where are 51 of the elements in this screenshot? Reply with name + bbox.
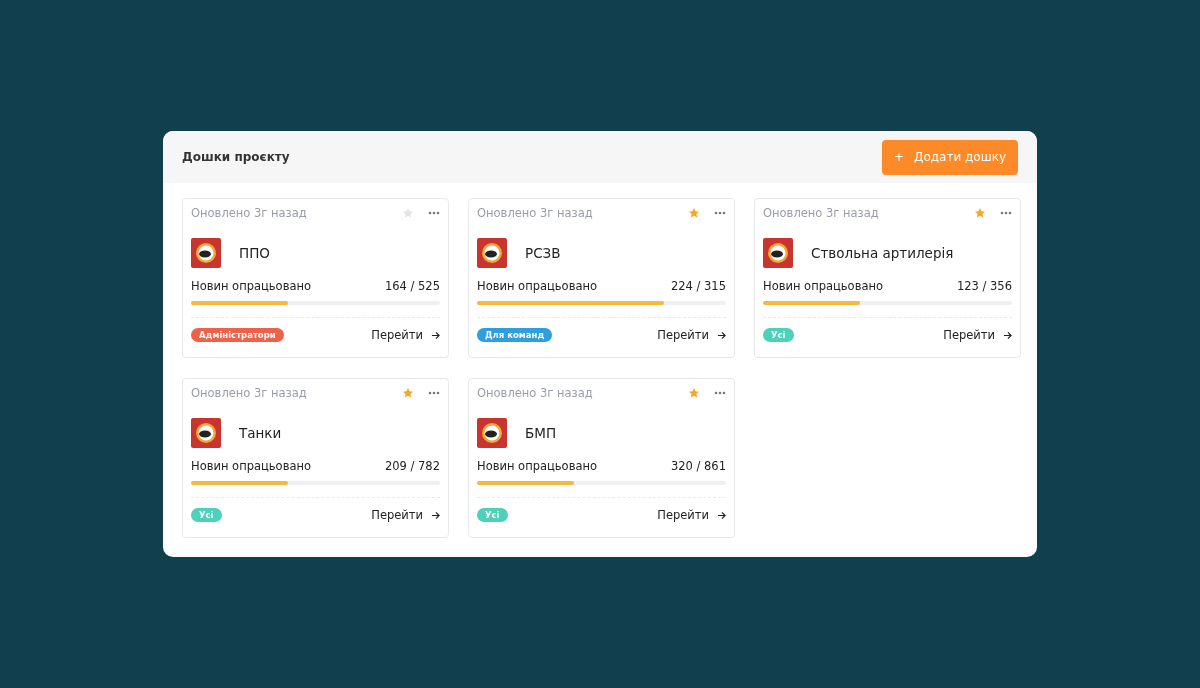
panel-title: Дошки проєкту	[182, 150, 290, 164]
progress-label: Новин опрацьовано	[763, 279, 884, 293]
star-icon[interactable]	[402, 207, 414, 219]
progress-count: 209 / 782	[384, 459, 440, 473]
star-icon[interactable]	[402, 387, 414, 399]
updated-time: Оновлено 3г назад	[477, 206, 594, 220]
open-link[interactable]: Перейти	[371, 508, 440, 522]
arrow-icon	[431, 510, 440, 520]
access-tag: Усі	[191, 508, 222, 522]
star-icon[interactable]	[974, 207, 986, 219]
arrow-icon	[1003, 330, 1012, 340]
emblem-icon	[191, 238, 221, 268]
board-name: Танки	[239, 425, 282, 441]
access-tag: Адміністратори	[191, 328, 284, 342]
emblem-icon	[477, 418, 507, 448]
access-tag: Для команд	[477, 328, 553, 342]
access-tag: Усі	[477, 508, 508, 522]
arrow-icon	[717, 510, 726, 520]
updated-time: Оновлено 3г назад	[763, 206, 880, 220]
updated-time: Оновлено 3г назад	[191, 206, 308, 220]
open-link[interactable]: Перейти	[943, 328, 1012, 342]
more-icon[interactable]	[428, 211, 440, 215]
progress-count: 320 / 861	[670, 459, 726, 473]
more-icon[interactable]	[1000, 211, 1012, 215]
open-link[interactable]: Перейти	[371, 328, 440, 342]
board-name: БМП	[525, 425, 557, 441]
emblem-icon	[191, 418, 221, 448]
open-link[interactable]: Перейти	[657, 508, 726, 522]
emblem-icon	[763, 238, 793, 268]
star-icon[interactable]	[688, 207, 700, 219]
board-name: РСЗВ	[525, 245, 561, 261]
arrow-icon	[717, 330, 726, 340]
progress-label: Новин опрацьовано	[477, 279, 598, 293]
open-link[interactable]: Перейти	[657, 328, 726, 342]
progress-count: 123 / 356	[956, 279, 1012, 293]
board-name: Ствольна артилерія	[811, 245, 954, 261]
star-icon[interactable]	[688, 387, 700, 399]
arrow-icon	[431, 330, 440, 340]
progress-count: 164 / 525	[384, 279, 440, 293]
access-tag: Усі	[763, 328, 794, 342]
updated-time: Оновлено 3г назад	[477, 386, 594, 400]
progress-count: 224 / 315	[670, 279, 726, 293]
progress-label: Новин опрацьовано	[477, 459, 598, 473]
updated-time: Оновлено 3г назад	[191, 386, 308, 400]
progress-label: Новин опрацьовано	[191, 459, 312, 473]
more-icon[interactable]	[428, 391, 440, 395]
progress-label: Новин опрацьовано	[191, 279, 312, 293]
more-icon[interactable]	[714, 391, 726, 395]
more-icon[interactable]	[714, 211, 726, 215]
emblem-icon	[477, 238, 507, 268]
board-name: ППО	[239, 245, 270, 261]
